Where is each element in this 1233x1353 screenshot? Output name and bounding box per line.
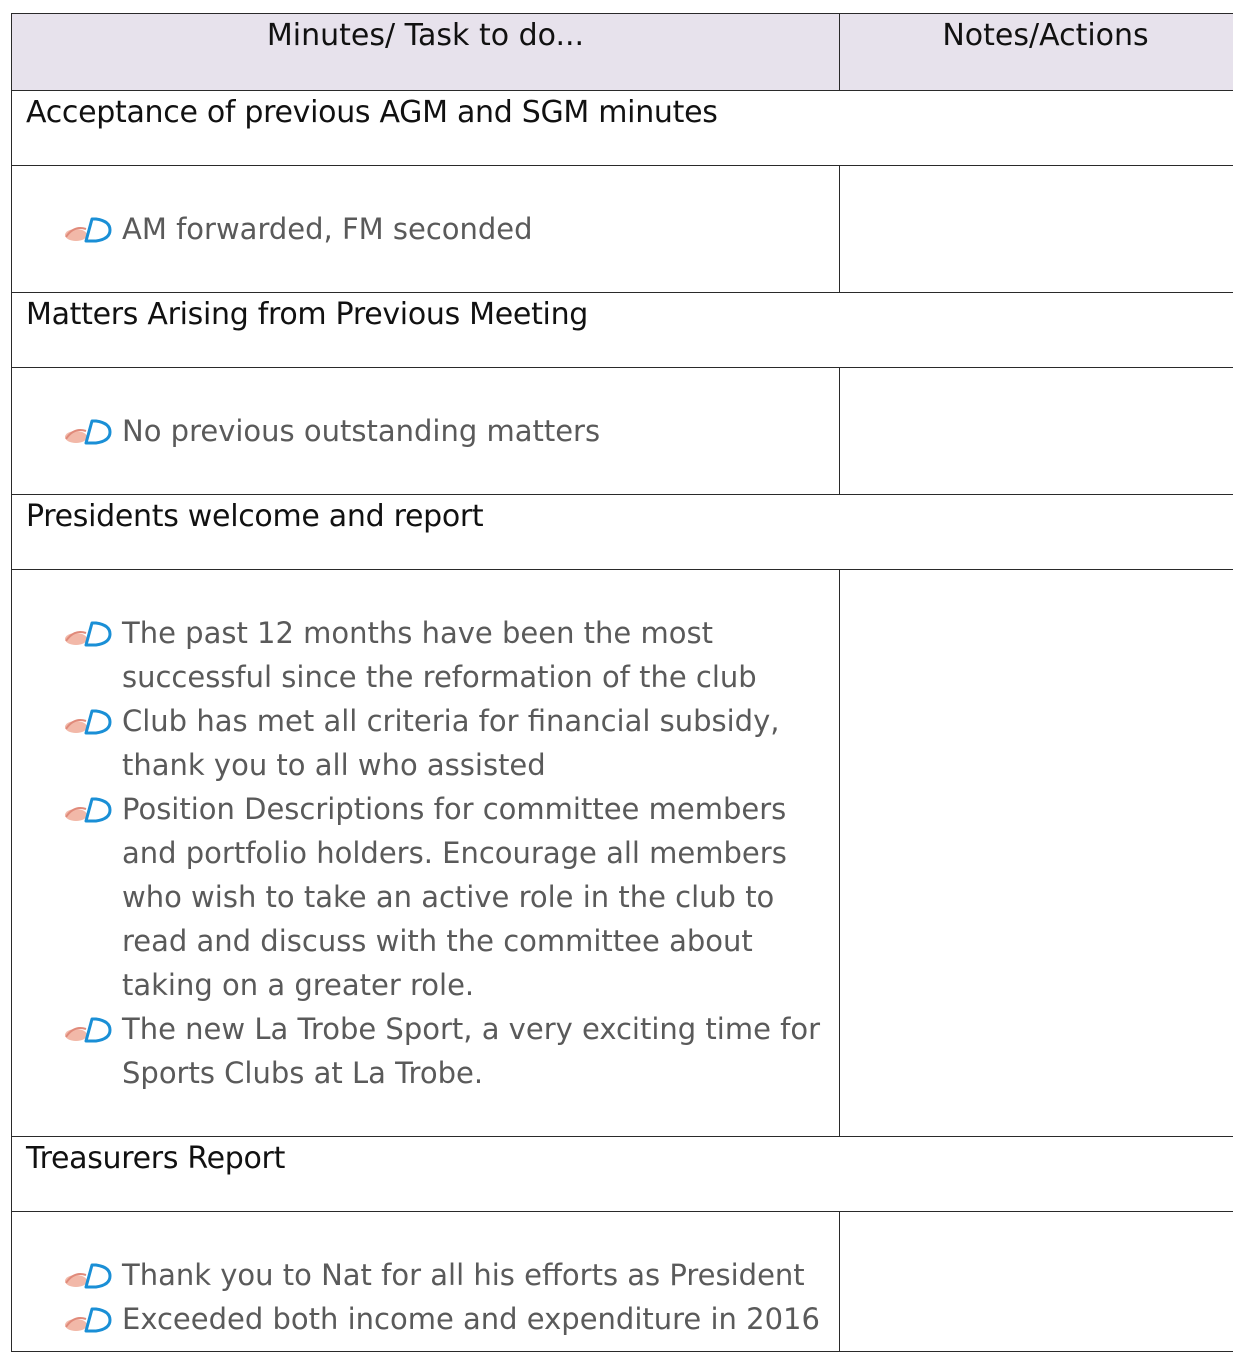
minutes-cell: Thank you to Nat for all his efforts as …: [11, 1211, 840, 1352]
minutes-list: No previous outstanding matters: [62, 409, 825, 453]
hand-writing-pen-icon: [65, 419, 112, 445]
section-content-row: The past 12 months have been the most su…: [11, 569, 1233, 1137]
list-item-text: No previous outstanding matters: [122, 414, 601, 448]
notes-cell: [839, 569, 1233, 1137]
list-item: AM forwarded, FM seconded: [62, 207, 825, 251]
hand-writing-pen-icon: [65, 621, 112, 647]
section-title: Presidents welcome and report: [11, 494, 1233, 570]
notes-cell: [839, 1211, 1233, 1352]
section-title: Treasurers Report: [11, 1136, 1233, 1212]
hand-writing-pen-icon: [65, 709, 112, 735]
list-item: No previous outstanding matters: [62, 409, 825, 453]
section-heading-row: Presidents welcome and report: [11, 494, 1233, 570]
list-item-text: Thank you to Nat for all his efforts as …: [122, 1258, 805, 1292]
minutes-list: AM forwarded, FM seconded: [62, 207, 825, 251]
section-title: Matters Arising from Previous Meeting: [11, 292, 1233, 368]
list-item: Thank you to Nat for all his efforts as …: [62, 1253, 825, 1297]
hand-writing-pen-icon: [65, 1017, 112, 1043]
section-heading-row: Acceptance of previous AGM and SGM minut…: [11, 90, 1233, 166]
list-item-text: AM forwarded, FM seconded: [122, 212, 533, 246]
notes-cell: [839, 165, 1233, 293]
minutes-cell: No previous outstanding matters: [11, 367, 840, 495]
table-header-row: Minutes/ Task to do... Notes/Actions: [11, 13, 1233, 91]
list-item: The new La Trobe Sport, a very exciting …: [62, 1007, 825, 1095]
list-item: Exceeded both income and expenditure in …: [62, 1297, 825, 1341]
minutes-column-header: Minutes/ Task to do...: [11, 13, 840, 91]
list-item-text: Position Descriptions for committee memb…: [122, 792, 787, 1002]
minutes-cell: AM forwarded, FM seconded: [11, 165, 840, 293]
list-item-text: Exceeded both income and expenditure in …: [122, 1302, 820, 1336]
notes-column-header: Notes/Actions: [839, 13, 1233, 91]
list-item: Position Descriptions for committee memb…: [62, 787, 825, 1007]
hand-writing-pen-icon: [65, 1307, 112, 1333]
section-heading-row: Matters Arising from Previous Meeting: [11, 292, 1233, 368]
list-item: Club has met all criteria for financial …: [62, 699, 825, 787]
list-item-text: Club has met all criteria for financial …: [122, 704, 780, 782]
hand-writing-pen-icon: [65, 797, 112, 823]
section-content-row: AM forwarded, FM seconded: [11, 165, 1233, 293]
section-content-row: No previous outstanding matters: [11, 367, 1233, 495]
minutes-list: Thank you to Nat for all his efforts as …: [62, 1253, 825, 1341]
notes-cell: [839, 367, 1233, 495]
list-item: The past 12 months have been the most su…: [62, 611, 825, 699]
minutes-cell: The past 12 months have been the most su…: [11, 569, 840, 1137]
minutes-list: The past 12 months have been the most su…: [62, 611, 825, 1095]
list-item-text: The past 12 months have been the most su…: [122, 616, 757, 694]
section-content-row: Thank you to Nat for all his efforts as …: [11, 1211, 1233, 1352]
section-heading-row: Treasurers Report: [11, 1136, 1233, 1212]
hand-writing-pen-icon: [65, 1263, 112, 1289]
list-item-text: The new La Trobe Sport, a very exciting …: [122, 1012, 821, 1090]
minutes-table: Minutes/ Task to do... Notes/Actions Acc…: [11, 13, 1233, 1352]
hand-writing-pen-icon: [65, 217, 112, 243]
section-title: Acceptance of previous AGM and SGM minut…: [11, 90, 1233, 166]
